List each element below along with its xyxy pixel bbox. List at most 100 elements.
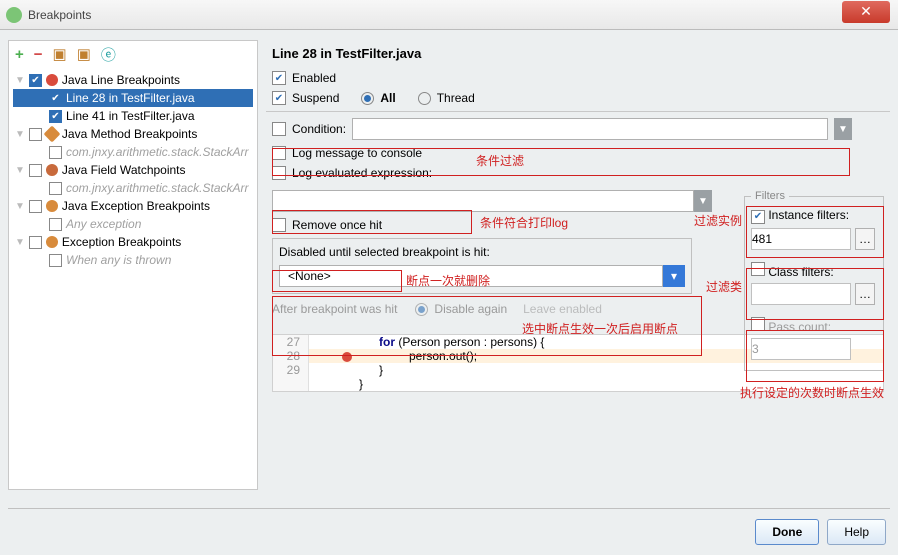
tree-group-field[interactable]: ▼ Java Field Watchpoints bbox=[13, 161, 253, 179]
enabled-checkbox[interactable] bbox=[272, 71, 286, 85]
removeonce-checkbox[interactable] bbox=[272, 218, 286, 232]
tree-item[interactable]: When any is thrown bbox=[13, 251, 253, 269]
instance-filters-label: Instance filters: bbox=[768, 208, 849, 222]
tree-toolbar: + − ▣ ▣ ⓔ bbox=[9, 41, 257, 67]
logexpr-input[interactable] bbox=[272, 190, 694, 212]
class-filters-checkbox[interactable] bbox=[751, 262, 765, 276]
breakpoints-tree-panel: + − ▣ ▣ ⓔ ▼ ✔ Java Line Breakpoints ✔ Li… bbox=[8, 40, 258, 490]
tree-item[interactable]: Any exception bbox=[13, 215, 253, 233]
checkbox[interactable]: ✔ bbox=[29, 74, 42, 87]
suspend-thread-radio[interactable] bbox=[418, 92, 431, 105]
removeonce-label: Remove once hit bbox=[292, 218, 382, 232]
checkbox[interactable] bbox=[29, 236, 42, 249]
window-title: Breakpoints bbox=[28, 8, 842, 22]
tree-item[interactable]: com.jnxy.arithmetic.stack.StackArr bbox=[13, 179, 253, 197]
disabled-until-label: Disabled until selected breakpoint is hi… bbox=[279, 245, 490, 259]
filters-panel: Filters Instance filters: … Class filter… bbox=[744, 190, 884, 371]
toolbar-icon-1[interactable]: ▣ bbox=[53, 45, 67, 63]
collapse-icon[interactable]: ▼ bbox=[15, 75, 25, 86]
gutter bbox=[273, 377, 309, 391]
suspend-checkbox[interactable] bbox=[272, 91, 286, 105]
remove-breakpoint-icon[interactable]: − bbox=[34, 46, 43, 63]
class-filters-input[interactable] bbox=[751, 283, 851, 305]
collapse-icon[interactable]: ▼ bbox=[15, 129, 25, 140]
tree-group-javaexc[interactable]: ▼ Java Exception Breakpoints bbox=[13, 197, 253, 215]
pass-count-input[interactable] bbox=[751, 338, 851, 360]
breakpoint-icon bbox=[46, 74, 58, 86]
instance-filters-browse[interactable]: … bbox=[855, 228, 875, 250]
gutter: 28 bbox=[273, 349, 309, 363]
checkbox[interactable] bbox=[29, 164, 42, 177]
add-breakpoint-icon[interactable]: + bbox=[15, 46, 24, 63]
anno-remove: 断点一次就删除 bbox=[406, 272, 490, 289]
enabled-label: Enabled bbox=[292, 71, 336, 85]
class-filters-label: Class filters: bbox=[768, 265, 833, 279]
checkbox[interactable] bbox=[49, 218, 62, 231]
suspend-all-radio[interactable] bbox=[361, 92, 374, 105]
checkbox[interactable] bbox=[49, 254, 62, 267]
collapse-icon[interactable]: ▼ bbox=[15, 201, 25, 212]
collapse-icon[interactable]: ▼ bbox=[15, 237, 25, 248]
collapse-icon[interactable]: ▼ bbox=[15, 165, 25, 176]
suspend-thread-label: Thread bbox=[437, 91, 475, 105]
checkbox[interactable] bbox=[49, 182, 62, 195]
condition-label: Condition: bbox=[292, 122, 346, 136]
instance-filters-checkbox[interactable] bbox=[751, 210, 765, 224]
checkbox[interactable] bbox=[29, 200, 42, 213]
checkbox[interactable]: ✔ bbox=[49, 92, 62, 105]
help-button[interactable]: Help bbox=[827, 519, 886, 545]
gutter: 27 bbox=[273, 335, 309, 349]
tree-item-label: Any exception bbox=[66, 217, 141, 231]
tree-item[interactable]: com.jnxy.arithmetic.stack.StackArr bbox=[13, 143, 253, 161]
leave-enabled-label: Leave enabled bbox=[523, 302, 602, 316]
tree-item-label: Line 41 in TestFilter.java bbox=[66, 109, 195, 123]
done-button[interactable]: Done bbox=[755, 519, 819, 545]
dialog-footer: Done Help bbox=[755, 519, 886, 545]
tree-item-line28[interactable]: ✔ Line 28 in TestFilter.java bbox=[13, 89, 253, 107]
breakpoint-gutter-icon[interactable] bbox=[342, 352, 352, 362]
method-bp-icon bbox=[43, 126, 60, 143]
tree-group-label: Java Field Watchpoints bbox=[62, 163, 186, 177]
exc-bp-icon bbox=[46, 200, 58, 212]
code-line: person.out(); bbox=[309, 349, 477, 363]
breakpoints-tree: ▼ ✔ Java Line Breakpoints ✔ Line 28 in T… bbox=[9, 67, 257, 273]
app-icon bbox=[6, 7, 22, 23]
panel-header: Line 28 in TestFilter.java bbox=[272, 46, 890, 61]
toolbar-icon-2[interactable]: ▣ bbox=[77, 45, 91, 63]
checkbox[interactable]: ✔ bbox=[49, 110, 62, 123]
field-bp-icon bbox=[46, 164, 58, 176]
logexpr-checkbox[interactable] bbox=[272, 166, 286, 180]
tree-group-method[interactable]: ▼ Java Method Breakpoints bbox=[13, 125, 253, 143]
dropdown-icon[interactable]: ▾ bbox=[663, 265, 685, 287]
checkbox[interactable] bbox=[49, 146, 62, 159]
anno-instance: 过滤实例 bbox=[694, 212, 742, 229]
anno-class: 过滤类 bbox=[706, 278, 742, 295]
tree-item-label: When any is thrown bbox=[66, 253, 171, 267]
tree-group-exc[interactable]: ▼ Exception Breakpoints bbox=[13, 233, 253, 251]
tree-item-line41[interactable]: ✔ Line 41 in TestFilter.java bbox=[13, 107, 253, 125]
tree-item-label: com.jnxy.arithmetic.stack.StackArr bbox=[66, 181, 248, 195]
logexpr-dropdown-icon[interactable]: ▼ bbox=[694, 190, 712, 212]
anno-logexpr: 条件符合打印log bbox=[480, 214, 568, 231]
pass-count-checkbox[interactable] bbox=[751, 317, 765, 331]
disable-again-radio[interactable] bbox=[415, 303, 428, 316]
logmsg-checkbox[interactable] bbox=[272, 146, 286, 160]
tree-item-label: Line 28 in TestFilter.java bbox=[66, 91, 195, 105]
toolbar-icon-3[interactable]: ⓔ bbox=[101, 44, 116, 65]
checkbox[interactable] bbox=[29, 128, 42, 141]
pass-count-label: Pass count: bbox=[768, 320, 831, 334]
separator bbox=[8, 508, 890, 509]
condition-dropdown-icon[interactable]: ▼ bbox=[834, 118, 852, 140]
tree-group-line[interactable]: ▼ ✔ Java Line Breakpoints bbox=[13, 71, 253, 89]
filters-legend: Filters bbox=[751, 190, 789, 202]
condition-input[interactable] bbox=[352, 118, 828, 140]
class-filters-browse[interactable]: … bbox=[855, 283, 875, 305]
anno-disable: 选中断点生效一次后启用断点 bbox=[522, 322, 692, 336]
instance-filters-input[interactable] bbox=[751, 228, 851, 250]
tree-group-label: Java Line Breakpoints bbox=[62, 73, 180, 87]
condition-checkbox[interactable] bbox=[272, 122, 286, 136]
breakpoint-details-panel: Line 28 in TestFilter.java Enabled Suspe… bbox=[266, 40, 890, 490]
disable-again-label: Disable again bbox=[434, 302, 507, 316]
window-close-button[interactable]: ✕ bbox=[842, 1, 890, 23]
logmsg-label: Log message to console bbox=[292, 146, 422, 160]
